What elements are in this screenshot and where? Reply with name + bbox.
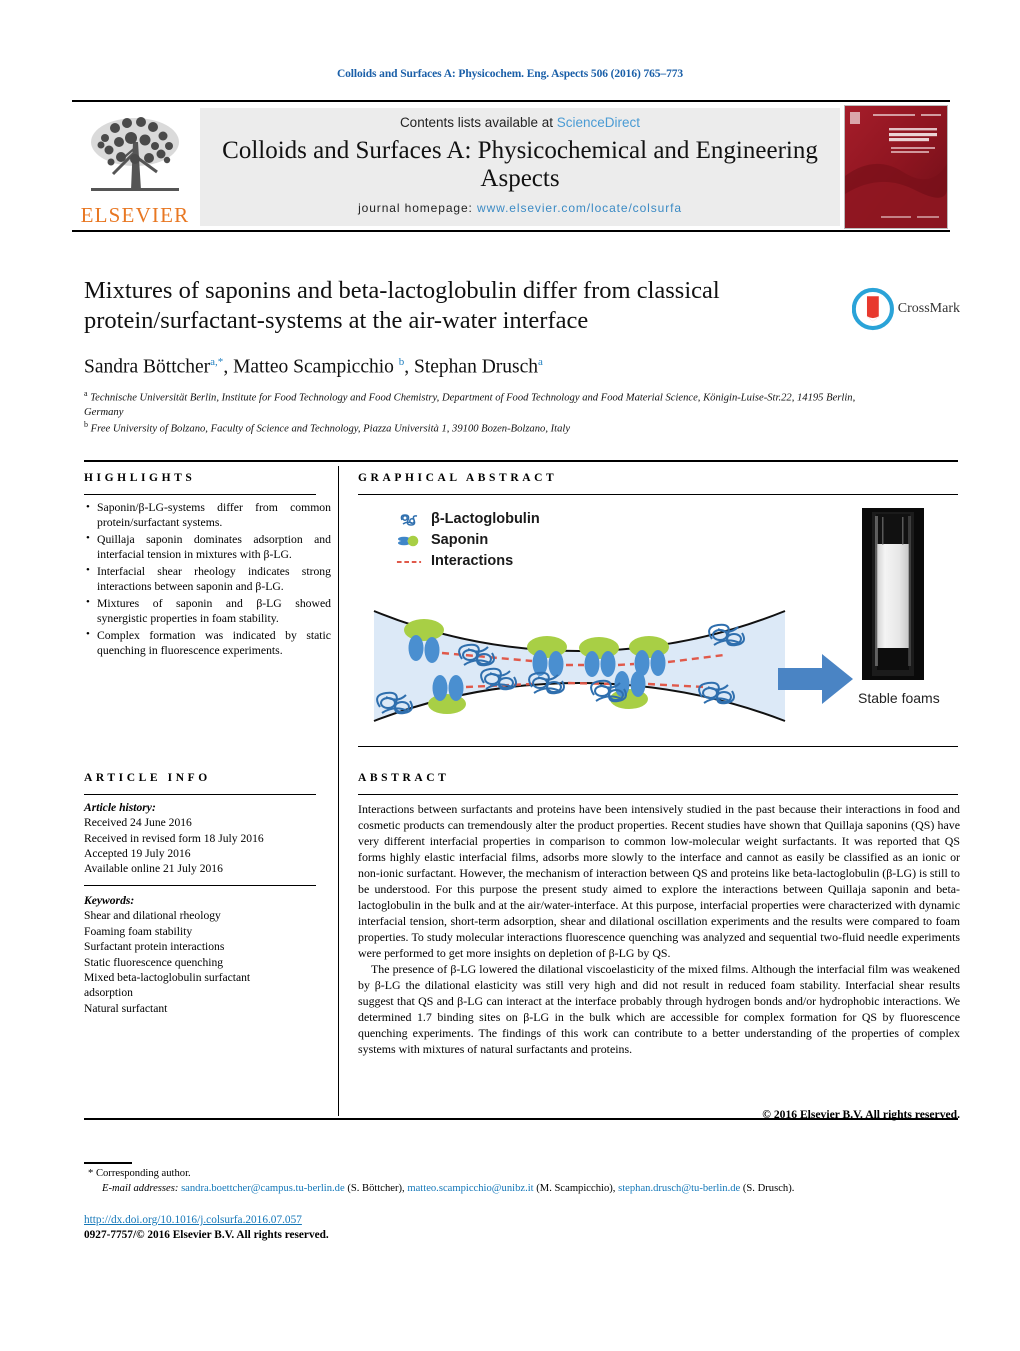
abstract-body: Interactions between surfactants and pro… <box>358 801 960 1057</box>
highlights-rule <box>84 494 316 496</box>
legend-row-protein: β-Lactoglobulin <box>396 509 540 530</box>
email-link-3[interactable]: stephan.drusch@tu-berlin.de <box>618 1183 740 1194</box>
running-head: Colloids and Surfaces A: Physicochem. En… <box>336 68 684 80</box>
email-label: E-mail addresses: <box>102 1182 179 1194</box>
crossmark-icon <box>852 287 894 331</box>
homepage-label: journal homepage: <box>358 201 473 215</box>
journal-homepage-line: journal homepage: www.elsevier.com/locat… <box>200 201 840 215</box>
list-item: Mixtures of saponin and β-LG showed syne… <box>86 595 331 626</box>
keyword-item: adsorption <box>84 986 133 1000</box>
elsevier-tree-icon <box>91 117 179 191</box>
contents-available-line: Contents lists available at ScienceDirec… <box>200 115 840 130</box>
sciencedirect-link[interactable]: ScienceDirect <box>557 115 640 130</box>
email-owner-3: (S. Drusch). <box>742 1182 795 1194</box>
journal-masthead: ELSEVIER Contents lists available at Sci… <box>72 100 950 232</box>
homepage-url-link[interactable]: www.elsevier.com/locate/colsurfa <box>477 201 682 215</box>
list-item: Interfacial shear rheology indicates str… <box>86 563 331 594</box>
history-received: Received 24 June 2016 <box>84 816 192 830</box>
journal-article-page: Colloids and Surfaces A: Physicochem. En… <box>0 0 1020 1351</box>
journal-cover-thumbnail <box>844 105 948 229</box>
abstract-paragraph-2: The presence of β-LG lowered the dilatio… <box>358 962 960 1056</box>
author-list: Sandra Böttchera,*, Matteo Scampicchio b… <box>84 356 543 378</box>
main-top-rule <box>84 460 958 462</box>
beta-lactoglobulin-coil-icon <box>396 511 422 529</box>
article-history-label: Article history: <box>84 801 156 814</box>
affiliation-b-text: Free University of Bolzano, Faculty of S… <box>90 423 571 435</box>
history-accepted: Accepted 19 July 2016 <box>84 846 191 860</box>
history-revised: Received in revised form 18 July 2016 <box>84 831 264 845</box>
email-owner-1: (S. Böttcher), <box>347 1182 405 1194</box>
saponin-molecule-icon <box>396 533 422 549</box>
history-online: Available online 21 July 2016 <box>84 862 223 876</box>
article-info-rule <box>84 794 316 796</box>
email-owner-2: (M. Scampicchio), <box>536 1182 616 1194</box>
footnote-rule <box>84 1162 132 1164</box>
elsevier-logo: ELSEVIER <box>74 108 196 226</box>
foam-vial-photo <box>862 508 924 680</box>
keyword-item: Mixed beta-lactoglobulin surfactant <box>84 971 251 985</box>
abstract-paragraph-1: Interactions between surfactants and pro… <box>358 802 960 960</box>
elsevier-wordmark: ELSEVIER <box>80 203 190 227</box>
dashed-red-line-icon <box>396 558 422 566</box>
highlights-heading: HIGHLIGHTS <box>84 472 196 484</box>
graphical-abstract-figure: β-Lactoglobulin Saponin Interactions Sta… <box>358 500 958 744</box>
email-link-1[interactable]: sandra.boettcher@campus.tu-berlin.de <box>181 1183 345 1194</box>
doi-link[interactable]: http://dx.doi.org/10.1016/j.colsurfa.201… <box>84 1214 302 1226</box>
article-info-heading: ARTICLE INFO <box>84 772 211 784</box>
graphical-abstract-caption: Stable foams <box>858 690 940 706</box>
paper-title: Mixtures of saponins and beta-lactoglobu… <box>84 277 720 335</box>
graphical-abstract-rule-top <box>358 494 958 496</box>
list-item: Saponin/β-LG-systems differ from common … <box>86 499 331 530</box>
affiliation-a: a Technische Universität Berlin, Institu… <box>84 389 856 418</box>
journal-title: Colloids and Surfaces A: Physicochemical… <box>222 137 818 192</box>
crossmark-label: CrossMark <box>897 301 960 316</box>
contents-prefix: Contents lists available at <box>399 115 557 130</box>
keywords-rule <box>84 885 316 887</box>
right-arrow-icon <box>778 654 853 704</box>
cover-artwork <box>845 106 947 228</box>
highlights-list: Saponin/β-LG-systems differ from common … <box>84 499 331 660</box>
keywords-block: Keywords: Shear and dilational rheology … <box>84 893 318 1016</box>
affiliation-b: b Free University of Bolzano, Faculty of… <box>84 419 571 435</box>
list-item: Complex formation was indicated by stati… <box>86 627 331 658</box>
graphical-abstract-heading: GRAPHICAL ABSTRACT <box>358 472 558 484</box>
legend-row-interactions: Interactions <box>396 551 540 572</box>
interface-film-diagram <box>373 610 786 722</box>
abstract-rule <box>358 794 958 796</box>
email-addresses-line: E-mail addresses: sandra.boettcher@campu… <box>88 1182 958 1197</box>
legend-label-interactions: Interactions <box>431 553 514 570</box>
legend-row-saponin: Saponin <box>396 530 540 551</box>
article-history: Article history: Received 24 June 2016 R… <box>84 800 318 876</box>
legend-label-protein: β-Lactoglobulin <box>431 511 540 528</box>
column-divider <box>338 466 340 1116</box>
abstract-copyright: © 2016 Elsevier B.V. All rights reserved… <box>762 1108 960 1121</box>
keywords-label: Keywords: <box>84 894 135 907</box>
footnote-block: * Corresponding author. E-mail addresses… <box>88 1167 958 1196</box>
keyword-item: Foaming foam stability <box>84 924 193 938</box>
keyword-item: Natural surfactant <box>84 1001 168 1015</box>
keyword-item: Static fluorescence quenching <box>84 955 224 969</box>
graphical-abstract-legend: β-Lactoglobulin Saponin Interactions <box>396 509 540 572</box>
issn-copyright-line: 0927-7757/© 2016 Elsevier B.V. All right… <box>84 1229 329 1241</box>
masthead-center: Contents lists available at ScienceDirec… <box>200 108 840 226</box>
crossmark-badge[interactable]: CrossMark <box>852 283 960 335</box>
corresponding-author-note: * Corresponding author. <box>88 1168 191 1179</box>
legend-label-saponin: Saponin <box>431 532 489 549</box>
affiliation-a-text: Technische Universität Berlin, Institute… <box>84 392 856 418</box>
list-item: Quillaja saponin dominates adsorption an… <box>86 531 331 562</box>
graphical-abstract-rule-bottom <box>358 746 958 748</box>
keyword-item: Surfactant protein interactions <box>84 940 225 954</box>
keyword-item: Shear and dilational rheology <box>84 909 221 923</box>
abstract-heading: ABSTRACT <box>358 772 450 784</box>
email-link-2[interactable]: matteo.scampicchio@unibz.it <box>407 1183 533 1194</box>
affiliations: a Technische Universität Berlin, Institu… <box>84 389 884 436</box>
title-block: Mixtures of saponins and beta-lactoglobu… <box>84 276 874 336</box>
